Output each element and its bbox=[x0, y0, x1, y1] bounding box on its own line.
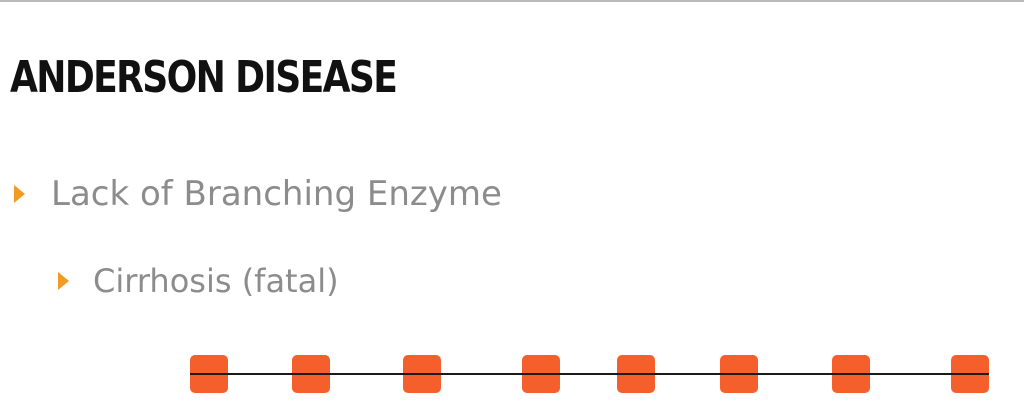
slide: ANDERSON DISEASE Lack of Branching Enzym… bbox=[0, 0, 1024, 418]
bullet-text: Cirrhosis (fatal) bbox=[93, 262, 339, 300]
bullet-lack-of-branching-enzyme: Lack of Branching Enzyme bbox=[14, 174, 502, 214]
top-divider bbox=[0, 0, 1024, 2]
bullet-text: Lack of Branching Enzyme bbox=[51, 174, 502, 214]
glucose-chain-diagram bbox=[0, 340, 1024, 418]
bullet-arrow-icon bbox=[14, 185, 25, 203]
sub-bullet-cirrhosis: Cirrhosis (fatal) bbox=[58, 262, 339, 300]
bullet-arrow-icon bbox=[58, 272, 69, 290]
slide-title: ANDERSON DISEASE bbox=[10, 52, 398, 103]
glucose-chain-svg bbox=[190, 355, 989, 393]
